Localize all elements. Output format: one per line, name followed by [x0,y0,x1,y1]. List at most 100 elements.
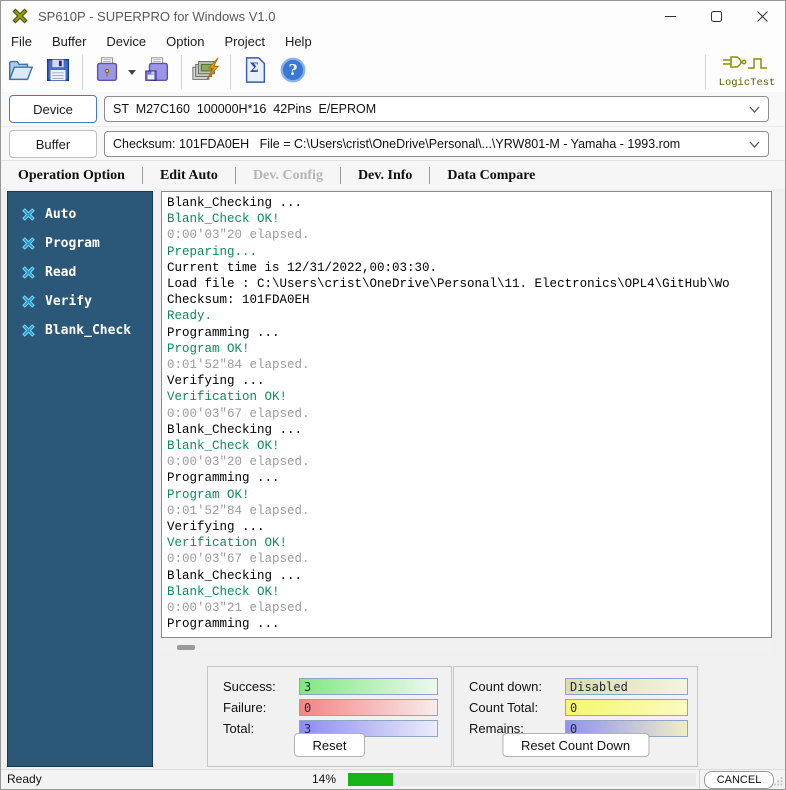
log-line: Verifying ... [167,373,771,389]
menu-item[interactable]: Project [214,34,274,49]
counter-label: Total: [208,721,299,736]
log-line: 0:00'03"67 elapsed. [167,406,771,422]
xeltek-x-icon [21,265,36,280]
status-bar: Ready 14% CANCEL [1,769,785,789]
tab[interactable]: Operation Option [1,168,142,184]
close-button[interactable] [739,1,785,31]
maximize-button[interactable] [693,1,739,31]
save-file-button[interactable] [39,54,77,90]
log-line: 0:00'03"67 elapsed. [167,551,771,567]
counter-value: 0 [570,701,577,715]
counter-value: 0 [304,701,311,715]
menu-bar: File Buffer Device Option Project Help [1,31,785,52]
logic-gate-icon [721,55,773,77]
title-bar: SP610P - SUPERPRO for Windows V1.0 [1,1,785,31]
counter-value-bar: Disabled [565,678,688,695]
checksum-sigma-icon: Σ [241,55,269,90]
device-combobox[interactable]: ST M27C160 100000H*16 42Pins E/EPROM [104,96,769,122]
log-line: Program OK! [167,341,771,357]
log-line: Blank_Checking ... [167,568,771,584]
counter-value-bar: 3 [299,678,438,695]
progress-bar [348,773,696,786]
client-area: Auto Program [1,189,785,770]
buffer-button[interactable]: Buffer [9,130,97,158]
sidebar-operation-item[interactable]: Read [8,258,152,287]
help-button[interactable]: ? [274,54,312,90]
sidebar-operation-item[interactable]: Auto [8,200,152,229]
auto-program-button[interactable] [138,54,176,90]
xeltek-x-icon [21,323,36,338]
select-device-icon [92,55,122,90]
log-line: Load file : C:\Users\crist\OneDrive\Pers… [167,276,771,292]
tab-bar: Operation Option Edit Auto Dev. Config D… [1,160,785,190]
log-horizontal-scrollbar[interactable] [161,641,772,654]
log-output[interactable]: Blank_Checking ... Blank_Check OK! 0:00'… [161,191,772,638]
log-line: Verification OK! [167,535,771,551]
log-line: Blank_Check OK! [167,438,771,454]
resize-grip[interactable] [773,776,783,786]
tab[interactable]: Dev. Config [236,168,340,184]
menu-item[interactable]: Option [156,34,214,49]
log-line: Blank_Check OK! [167,584,771,600]
log-line: Verifying ... [167,519,771,535]
toolbar-separator [181,55,182,89]
xeltek-x-icon [21,294,36,309]
buffer-combobox-value: Checksum: 101FDA0EH File = C:\Users\cris… [113,137,743,151]
chevron-down-icon [749,106,760,113]
device-config-button[interactable] [187,54,225,90]
menu-item[interactable]: Buffer [42,34,96,49]
log-line: Ready. [167,308,771,324]
log-line: Blank_Checking ... [167,195,771,211]
select-device-button[interactable] [88,54,126,90]
logictest-label: LogicTest [719,77,776,89]
operation-sidebar: Auto Program [7,191,153,767]
result-counter-group: Success: 3 Failure: 0 Total: [207,666,452,767]
log-line: Current time is 12/31/2022,00:03:30. [167,260,771,276]
device-button[interactable]: Device [9,95,97,123]
scrollbar-thumb[interactable] [177,645,195,650]
toolbar-separator [82,55,83,89]
reset-button[interactable]: Reset [294,733,366,757]
log-line: Blank_Checking ... [167,422,771,438]
sidebar-operation-label: Program [45,236,100,251]
sidebar-operation-item[interactable]: Verify [8,287,152,316]
logictest-button[interactable]: LogicTest [711,53,783,91]
counter-value: Disabled [570,680,628,694]
log-line: Programming ... [167,616,771,632]
counter-row: Success: 3 [208,676,451,697]
counter-label: Success: [208,679,299,694]
sidebar-operation-label: Blank_Check [45,323,131,338]
save-file-icon [43,55,73,90]
log-line: Programming ... [167,470,771,486]
buffer-combobox[interactable]: Checksum: 101FDA0EH File = C:\Users\cris… [104,131,769,157]
counter-value: 3 [304,680,311,694]
log-line: Program OK! [167,487,771,503]
sidebar-operation-label: Auto [45,207,76,222]
menu-item[interactable]: File [1,34,42,49]
log-line: Verification OK! [167,389,771,405]
toolbar-separator [705,55,706,89]
svg-text:Σ: Σ [249,60,258,75]
progress-percent-label: 14% [304,772,336,786]
tab[interactable]: Edit Auto [143,168,235,184]
log-line: 0:01'52"84 elapsed. [167,503,771,519]
minimize-button[interactable] [647,1,693,31]
reset-count-down-button[interactable]: Reset Count Down [502,733,649,757]
tab[interactable]: Data Compare [430,168,552,184]
open-file-button[interactable] [1,54,39,90]
sidebar-operation-label: Read [45,265,76,280]
sidebar-operation-item[interactable]: Program [8,229,152,258]
menu-item[interactable]: Help [275,34,322,49]
help-icon: ? [278,55,308,90]
sidebar-operation-item[interactable]: Blank_Check [8,316,152,345]
chevron-down-icon [749,141,760,148]
device-dropdown-arrow[interactable] [126,70,138,75]
progress-bar-fill [348,773,393,786]
menu-item[interactable]: Device [96,34,156,49]
app-window: SP610P - SUPERPRO for Windows V1.0 File … [0,0,786,790]
cancel-button[interactable]: CANCEL [704,771,774,789]
counter-value-bar: 0 [565,699,688,716]
checksum-button[interactable]: Σ [236,54,274,90]
tab[interactable]: Dev. Info [341,168,429,184]
counter-row: Count Total: 0 [454,697,697,718]
